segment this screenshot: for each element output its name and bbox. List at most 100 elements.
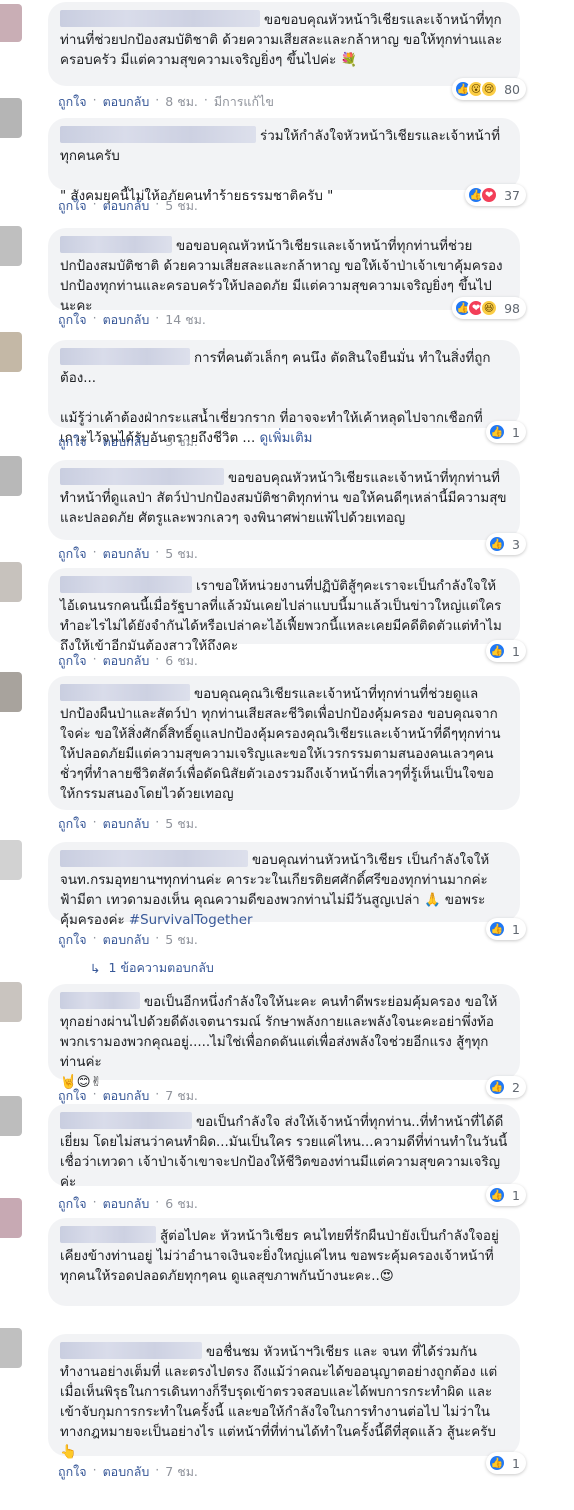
- separator: ·: [155, 196, 160, 211]
- comment-actions: ถูกใจ · ตอบกลับ · 5 ชม.: [58, 544, 198, 564]
- timestamp[interactable]: 6 ชม.: [165, 1194, 198, 1214]
- reply-link[interactable]: ตอบกลับ: [103, 930, 150, 950]
- comment-bubble: ขอขอบคุณหัวหน้าวิเชียรและเจ้าหน้าที่ทุกท…: [48, 2, 520, 86]
- separator: ·: [92, 544, 97, 559]
- avatar[interactable]: [0, 982, 22, 1022]
- reactions-summary[interactable]: 👍 1: [486, 1452, 526, 1474]
- reactions-summary[interactable]: 👍 1: [486, 421, 526, 443]
- commenter-name[interactable]: [60, 992, 140, 1009]
- reply-link[interactable]: ตอบกลับ: [103, 544, 150, 564]
- separator: ·: [92, 1086, 97, 1101]
- like-link[interactable]: ถูกใจ: [58, 196, 87, 216]
- separator: ·: [155, 310, 160, 325]
- like-link[interactable]: ถูกใจ: [58, 814, 87, 834]
- reply-link[interactable]: ตอบกลับ: [103, 814, 150, 834]
- like-reaction-icon: 👍: [488, 1078, 507, 1096]
- separator: ·: [155, 92, 160, 107]
- reactions-summary[interactable]: 👍 😮 😢 80: [452, 78, 526, 100]
- like-link[interactable]: ถูกใจ: [58, 92, 87, 112]
- reactions-summary[interactable]: 👍 3: [486, 533, 526, 555]
- like-reaction-icon: 👍: [488, 642, 507, 660]
- commenter-name[interactable]: [60, 126, 256, 143]
- comment-bubble: ขอบคุณคุณวิเชียรและเจ้าหน้าที่ทุกท่านที่…: [48, 676, 520, 810]
- avatar[interactable]: [0, 840, 22, 880]
- comment-text: ขอเป็นอีกหนึ่งกำลังใจให้นะคะ คนทำดีพระย่…: [60, 995, 498, 1090]
- hashtag-link[interactable]: #SurvivalTogether: [129, 913, 253, 928]
- like-link[interactable]: ถูกใจ: [58, 544, 87, 564]
- timestamp[interactable]: 5 ชม.: [165, 930, 198, 950]
- like-link[interactable]: ถูกใจ: [58, 310, 87, 330]
- avatar[interactable]: [0, 1096, 22, 1136]
- commenter-name[interactable]: [60, 236, 172, 253]
- reactions-summary[interactable]: 👍 1: [486, 1184, 526, 1206]
- like-reaction-icon: 👍: [488, 1454, 507, 1472]
- comment-bubble: ขอขอบคุณหัวหน้าวิเชียรและเจ้าหน้าที่ทุกท…: [48, 460, 520, 540]
- like-reaction-icon: 👍: [488, 920, 507, 938]
- commenter-name[interactable]: [60, 684, 190, 701]
- like-link[interactable]: ถูกใจ: [58, 1462, 87, 1482]
- commenter-name[interactable]: [60, 468, 224, 485]
- timestamp[interactable]: 7 ชม.: [165, 1462, 198, 1482]
- avatar[interactable]: [0, 332, 22, 372]
- comment-bubble: ขอเป็นอีกหนึ่งกำลังใจให้นะคะ คนทำดีพระย่…: [48, 984, 520, 1090]
- avatar[interactable]: [0, 562, 22, 602]
- commenter-name[interactable]: [60, 348, 190, 365]
- commenter-name[interactable]: [60, 1226, 156, 1243]
- commenter-name[interactable]: [60, 1342, 202, 1359]
- comment-bubble: ร่วมให้กำลังใจหัวหน้าวิเชียรและเจ้าหน้าท…: [48, 118, 520, 204]
- timestamp[interactable]: 5 ชม.: [165, 544, 198, 564]
- commenter-name[interactable]: [60, 1112, 192, 1129]
- reactions-summary[interactable]: 👍 2: [486, 1076, 526, 1098]
- commenter-name[interactable]: [60, 10, 260, 27]
- avatar[interactable]: [0, 226, 22, 266]
- comment-bubble: ขอชื่นชม หัวหน้าฯวิเชียร และ จนท ที่ได้ร…: [48, 1334, 520, 1460]
- like-link[interactable]: ถูกใจ: [58, 1086, 87, 1106]
- comment-actions: ถูกใจ · ตอบกลับ · 14 ชม.: [58, 310, 206, 330]
- comment-bubble: ขอขอบคุณหัวหน้าวิเชียรและเจ้าหน้าที่ทุกท…: [48, 228, 520, 314]
- like-link[interactable]: ถูกใจ: [58, 1194, 87, 1214]
- commenter-name[interactable]: [60, 850, 248, 867]
- reaction-count: 1: [512, 643, 520, 659]
- separator: ·: [155, 651, 160, 666]
- avatar[interactable]: [0, 1328, 22, 1368]
- timestamp[interactable]: 5 ชม.: [165, 814, 198, 834]
- reply-link[interactable]: ตอบกลับ: [103, 1086, 150, 1106]
- reactions-summary[interactable]: 👍 ❤ 😆 98: [452, 297, 526, 319]
- timestamp[interactable]: 3 ชม.: [165, 432, 198, 452]
- reply-link[interactable]: ตอบกลับ: [103, 651, 150, 671]
- timestamp[interactable]: 6 ชม.: [165, 651, 198, 671]
- timestamp[interactable]: 8 ชม.: [165, 92, 198, 112]
- reply-link[interactable]: ตอบกลับ: [103, 196, 150, 216]
- like-link[interactable]: ถูกใจ: [58, 930, 87, 950]
- avatar[interactable]: [0, 4, 22, 42]
- reply-link[interactable]: ตอบกลับ: [103, 310, 150, 330]
- like-link[interactable]: ถูกใจ: [58, 651, 87, 671]
- separator: ·: [155, 544, 160, 559]
- avatar[interactable]: [0, 98, 22, 138]
- comment-actions: ถูกใจ · ตอบกลับ · 8 ชม. · มีการแก้ไข: [58, 92, 274, 112]
- reactions-summary[interactable]: 👍 1: [486, 918, 526, 940]
- reactions-summary[interactable]: 👍 1: [486, 640, 526, 662]
- comment-actions: ถูกใจ · ตอบกลับ · 7 ชม.: [58, 1086, 198, 1106]
- reply-link[interactable]: ตอบกลับ: [103, 1462, 150, 1482]
- avatar[interactable]: [0, 456, 22, 496]
- reply-link[interactable]: ตอบกลับ: [103, 92, 150, 112]
- avatar[interactable]: [0, 1198, 22, 1238]
- avatar[interactable]: [0, 672, 22, 712]
- edited-label[interactable]: มีการแก้ไข: [214, 92, 274, 112]
- like-link[interactable]: ถูกใจ: [58, 432, 87, 452]
- timestamp[interactable]: 14 ชม.: [165, 310, 206, 330]
- timestamp[interactable]: 5 ชม.: [165, 196, 198, 216]
- reply-link[interactable]: ตอบกลับ: [103, 1194, 150, 1214]
- reaction-count: 1: [512, 921, 520, 937]
- separator: ·: [155, 432, 160, 447]
- reply-link[interactable]: ตอบกลับ: [103, 432, 150, 452]
- reactions-summary[interactable]: 👍 ❤ 37: [465, 184, 526, 206]
- separator: ·: [155, 1194, 160, 1209]
- reaction-count: 1: [512, 1187, 520, 1203]
- see-more-link[interactable]: ดูเพิ่มเติม: [259, 431, 312, 446]
- view-replies-link[interactable]: ↳ 1 ข้อความตอบกลับ: [90, 958, 214, 978]
- timestamp[interactable]: 7 ชม.: [165, 1086, 198, 1106]
- commenter-name[interactable]: [60, 576, 192, 593]
- separator: ·: [155, 1086, 160, 1101]
